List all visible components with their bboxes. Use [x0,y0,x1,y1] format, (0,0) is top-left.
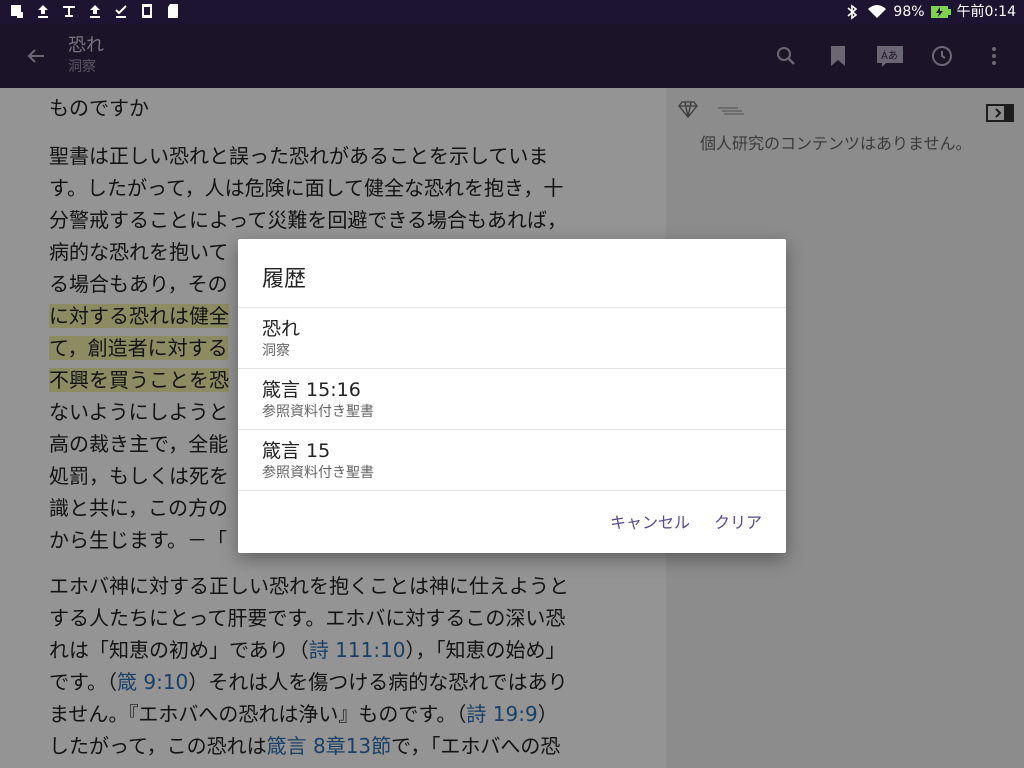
clear-button[interactable]: クリア [714,509,762,533]
bluetooth-icon [847,4,858,20]
dialog-title: 履歴 [262,267,307,292]
upload-icon [90,5,100,18]
battery-percent: 98% [893,4,925,20]
history-item-source: 参照資料付き聖書 [262,404,374,420]
wifi-icon [868,5,887,18]
history-item-source: 洞察 [262,343,290,359]
history-item-title: 恐れ [262,318,301,340]
sim-icon [142,4,152,18]
history-dialog: 履歴 恐れ 洞察 箴言 15:16 参照資料付き聖書 箴言 15 参照資料付き聖… [238,239,786,553]
clock: 午前0:14 [956,4,1016,20]
history-item[interactable]: 箴言 15 参照資料付き聖書 [238,430,786,491]
download-done-icon [115,5,127,18]
history-item[interactable]: 恐れ 洞察 [238,308,786,369]
history-item-title: 箴言 15 [262,440,331,462]
history-item-title: 箴言 15:16 [262,379,361,401]
scale-icon [63,6,75,17]
status-bar: 98% 午前0:14 [0,0,1024,24]
history-item[interactable]: 箴言 15:16 参照資料付き聖書 [238,369,786,430]
notification-icons [10,3,180,19]
notification-icon [11,5,23,18]
battery-charging-icon [930,6,951,18]
history-item-source: 参照資料付き聖書 [262,465,374,481]
sd-card-icon [168,4,178,18]
cancel-button[interactable]: キャンセル [610,509,690,533]
history-list: 恐れ 洞察 箴言 15:16 参照資料付き聖書 箴言 15 参照資料付き聖書 [238,307,786,491]
dialog-buttons: キャンセル クリア [610,509,762,533]
upload-icon [38,5,48,18]
system-indicators: 98% 午前0:14 [843,3,1016,21]
